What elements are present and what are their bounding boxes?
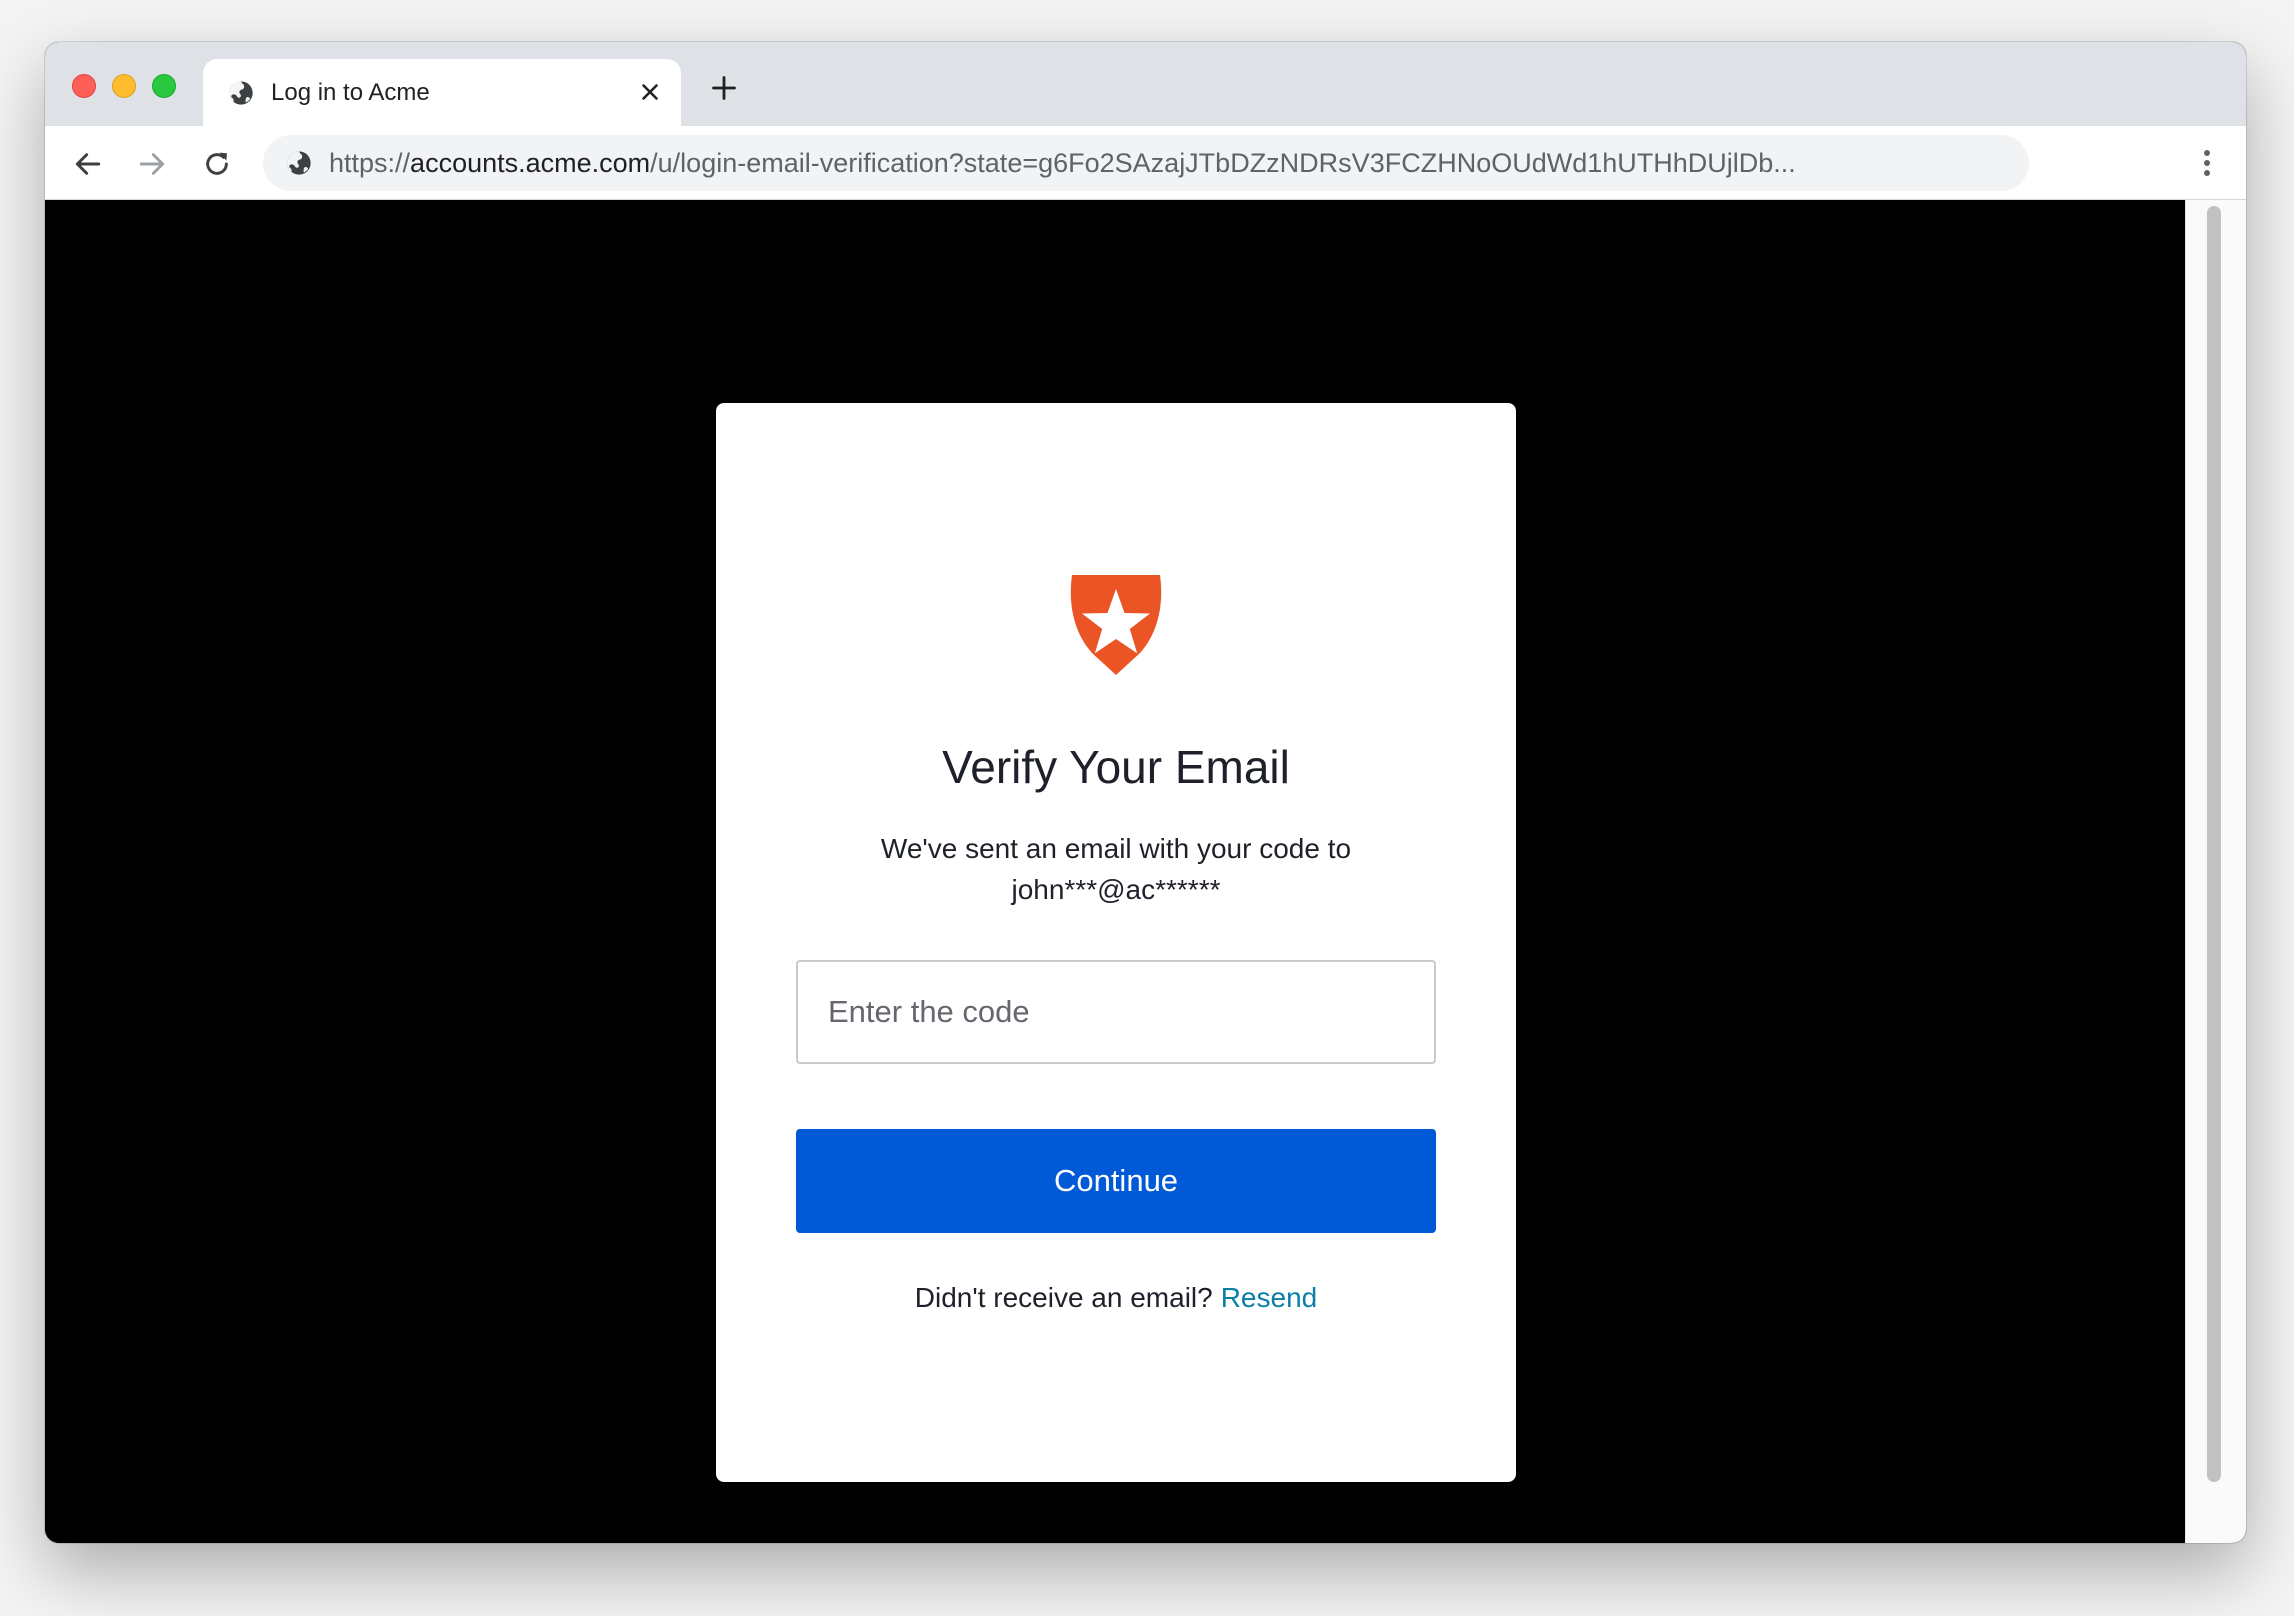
browser-toolbar: https://accounts.acme.com/u/login-email-… [45, 126, 2246, 200]
verify-email-card: Verify Your Email We've sent an email wi… [716, 403, 1516, 1482]
vertical-scrollbar[interactable] [2185, 200, 2246, 1543]
close-tab-icon[interactable] [637, 79, 663, 105]
scrollbar-thumb[interactable] [2207, 206, 2221, 1482]
page-title: Verify Your Email [942, 741, 1290, 793]
close-window-button[interactable] [72, 74, 96, 98]
new-tab-icon[interactable] [710, 74, 738, 102]
page-viewport: Verify Your Email We've sent an email wi… [45, 200, 2185, 1543]
tab-strip: Log in to Acme [45, 42, 2246, 126]
resend-link[interactable]: Resend [1221, 1282, 1318, 1313]
kebab-menu-icon[interactable] [2202, 150, 2212, 180]
minimize-window-button[interactable] [112, 74, 136, 98]
address-bar[interactable]: https://accounts.acme.com/u/login-email-… [263, 135, 2029, 191]
reload-icon[interactable] [201, 148, 233, 180]
browser-window: Log in to Acme https://accounts.acme.com… [45, 42, 2246, 1543]
verification-description: We've sent an email with your code to jo… [836, 828, 1396, 910]
globe-icon [229, 81, 253, 105]
shield-star-logo-icon [1070, 575, 1162, 675]
url-path: /u/login-email-verification?state=g6Fo2S… [650, 148, 1796, 178]
tab-log-in-to-acme[interactable]: Log in to Acme [203, 59, 681, 126]
back-arrow-icon[interactable] [72, 148, 104, 180]
resend-prompt: Didn't receive an email? [914, 1282, 1213, 1313]
url-host: accounts.acme.com [410, 148, 651, 178]
masked-email: john***@ac****** [1011, 874, 1221, 905]
continue-button[interactable]: Continue [796, 1129, 1436, 1233]
site-info-globe-icon[interactable] [285, 149, 313, 177]
description-text: We've sent an email with your code to [880, 833, 1352, 864]
url-scheme: https:// [329, 148, 411, 178]
resend-row: Didn't receive an email? Resend [716, 1280, 1516, 1316]
zoom-window-button[interactable] [152, 74, 176, 98]
code-input[interactable] [796, 960, 1436, 1064]
address-url[interactable]: https://accounts.acme.com/u/login-email-… [329, 147, 1999, 179]
forward-arrow-icon[interactable] [136, 148, 168, 180]
tab-title: Log in to Acme [271, 79, 430, 106]
